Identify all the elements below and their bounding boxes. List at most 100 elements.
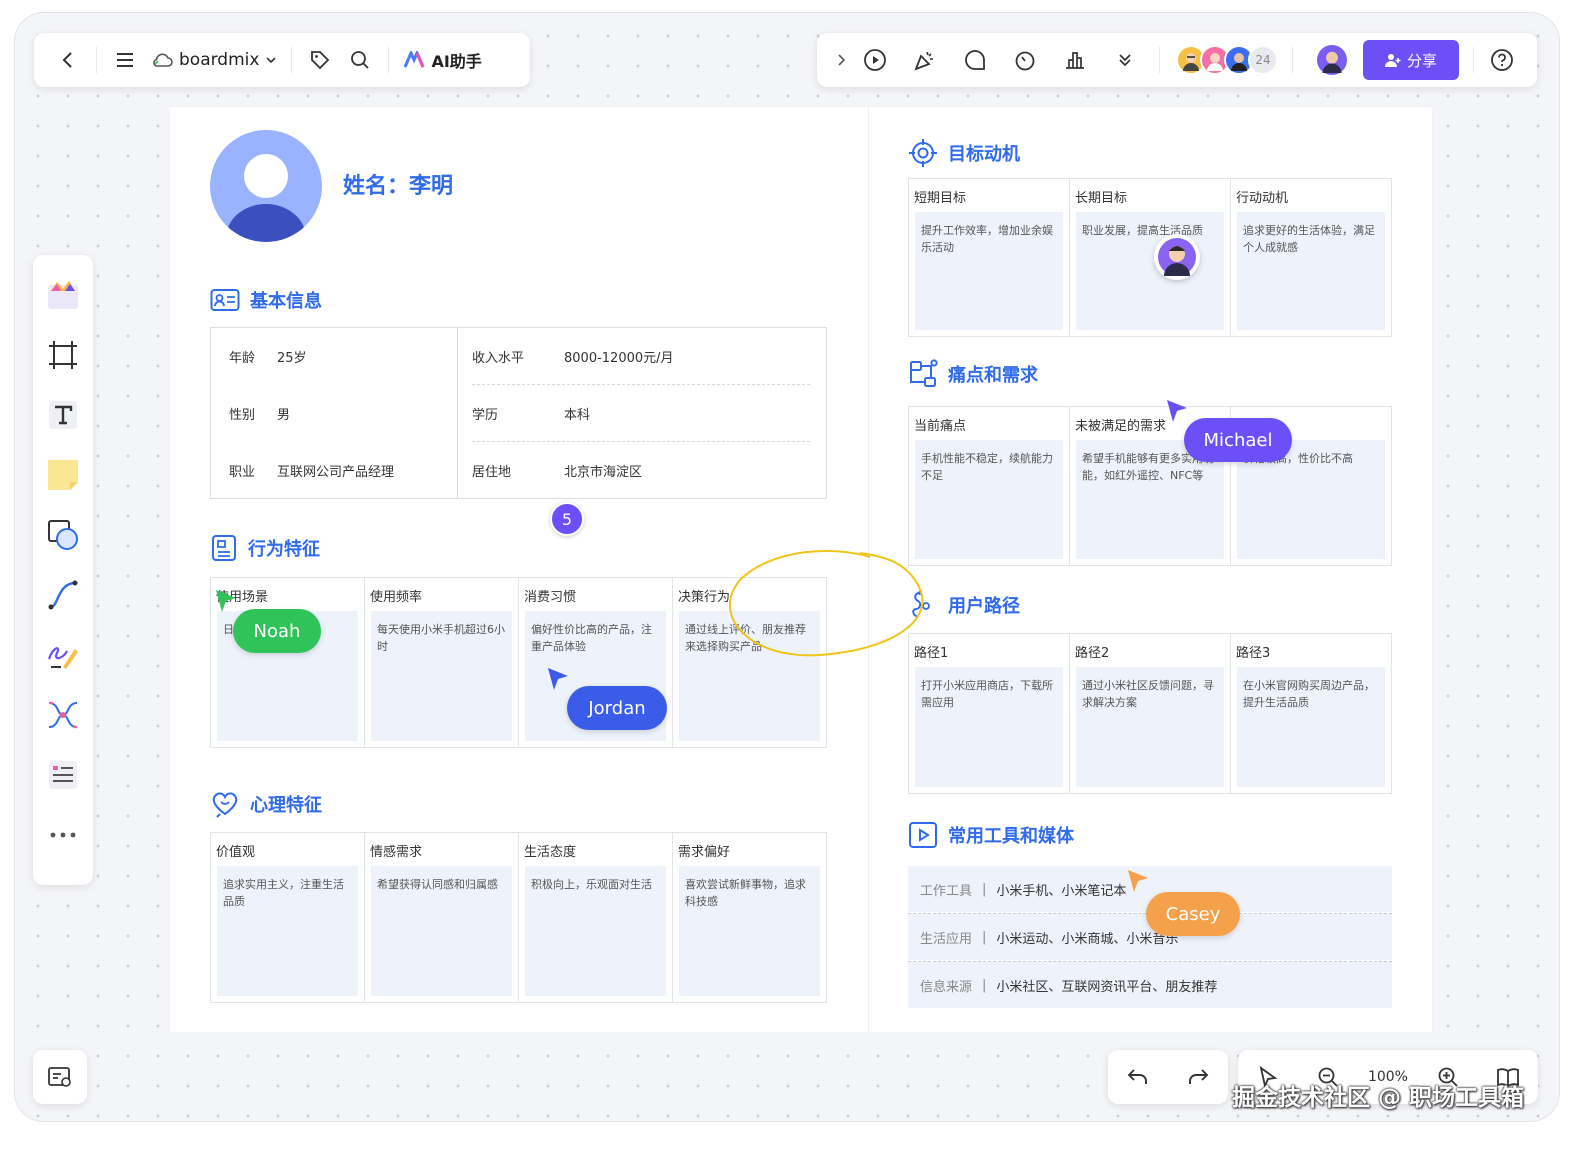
- watermark: 掘金技术社区 @ 职场工具箱: [1232, 1085, 1525, 1111]
- minimap-icon: [48, 1067, 71, 1087]
- file-brand-dropdown[interactable]: boardmix: [145, 50, 283, 70]
- timer-icon: [1015, 51, 1035, 71]
- path-cell[interactable]: 路径3 在小米官网购买周边产品，提升生活品质: [1231, 634, 1391, 793]
- party-popper-icon: [914, 51, 933, 71]
- undo-icon: [1127, 1069, 1147, 1084]
- goals-grid: 短期目标 提升工作效率，增加业余娱乐活动 长期目标 职业发展，提高生活品质 行动动机…: [908, 178, 1392, 337]
- left-toolbar: [33, 255, 93, 885]
- search-button[interactable]: [340, 40, 380, 80]
- menu-button[interactable]: [105, 40, 145, 80]
- share-button[interactable]: 分享: [1363, 40, 1459, 80]
- chevron-left-icon: [62, 52, 72, 68]
- path-cell[interactable]: 路径2 通过小米社区反馈问题，寻求解决方案: [1070, 634, 1231, 793]
- search-icon: [351, 51, 370, 69]
- psych-cell[interactable]: 需求偏好 喜欢尝试新鲜事物，追求科技感: [673, 833, 826, 1002]
- user-avatar[interactable]: [1315, 43, 1349, 77]
- redo-icon: [1189, 1069, 1209, 1084]
- collaborator-avatars[interactable]: 24: [1176, 45, 1278, 75]
- basic-info-table: 年龄 25岁 性别男 职业 互联网公司产品经理 收入水平 8000-12000元/月 …: [210, 327, 827, 499]
- psych-grid: 价值观 追求实用主义，注重生活品质 情感需求 希望获得认同感和归属感 生活态度 积极向…: [210, 832, 827, 1003]
- chevron-right-icon: [838, 54, 846, 66]
- ai-assistant-label: AI助手: [431, 52, 482, 71]
- pen-tool[interactable]: [41, 633, 85, 677]
- basic-info-right: 收入水平 8000-12000元/月 学历 本科 居住地 北京市海淀区: [458, 328, 826, 498]
- goal-cell[interactable]: 长期目标 职业发展，提高生活品质: [1070, 179, 1231, 336]
- double-chevron-down-icon: [1119, 54, 1131, 67]
- section-pain-title: 痛点和需求: [948, 365, 1038, 386]
- back-button[interactable]: [48, 40, 88, 80]
- sticky-note-icon: [48, 460, 78, 490]
- tag-button[interactable]: [300, 40, 340, 80]
- media-list: 工作工具 | 小米手机、小米笔记本 生活应用 | 小米运动、小米商城、小米音乐 信息来源…: [908, 866, 1392, 1008]
- connector-tool[interactable]: [41, 573, 85, 617]
- redo-button[interactable]: [1178, 1057, 1218, 1097]
- psych-cell[interactable]: 价值观 追求实用主义，注重生活品质: [211, 833, 365, 1002]
- cursor-avatar: [1154, 234, 1200, 280]
- present-button[interactable]: [855, 40, 895, 80]
- cursor-label-jordan: Jordan: [567, 686, 667, 730]
- document-icon: [212, 535, 236, 561]
- comment-count-badge[interactable]: 5: [550, 502, 584, 536]
- info-row: 职业 互联网公司产品经理: [229, 465, 395, 480]
- text-icon: [49, 401, 77, 429]
- goal-cell[interactable]: 短期目标 提升工作效率，增加业余娱乐活动: [909, 179, 1070, 336]
- media-row[interactable]: 信息来源 | 小米社区、互联网资讯平台、朋友推荐: [908, 962, 1392, 1008]
- goal-cell[interactable]: 行动动机 追求更好的生活体验，满足个人成就感: [1231, 179, 1391, 336]
- template-tool[interactable]: [41, 273, 85, 317]
- heart-chat-icon: [212, 792, 238, 818]
- cursor-label-michael: Michael: [1184, 418, 1292, 462]
- mindmap-tool[interactable]: [41, 693, 85, 737]
- share-label: 分享: [1406, 51, 1437, 70]
- help-icon: [1491, 49, 1513, 71]
- celebrate-button[interactable]: [905, 40, 945, 80]
- undo-button[interactable]: [1118, 1057, 1158, 1097]
- freehand-annotation[interactable]: [710, 525, 940, 665]
- more-tools-button[interactable]: [1105, 40, 1145, 80]
- ai-assistant-button[interactable]: AI助手: [397, 48, 487, 72]
- persona-name: 姓名：李明: [343, 174, 454, 199]
- cloud-icon: [153, 53, 173, 67]
- shape-tool[interactable]: [41, 513, 85, 557]
- tag-icon: [311, 51, 330, 70]
- text-tool[interactable]: [41, 393, 85, 437]
- table-tool[interactable]: [41, 753, 85, 797]
- minimap-button[interactable]: [33, 1050, 87, 1104]
- frame-icon: [49, 341, 77, 369]
- basic-info-left: 年龄 25岁 性别男 职业 互联网公司产品经理: [211, 328, 458, 498]
- id-card-icon: [210, 289, 240, 311]
- timer-button[interactable]: [1005, 40, 1045, 80]
- cursor-label-noah: Noah: [233, 609, 321, 653]
- ellipsis-icon: [50, 832, 76, 838]
- expand-toolbar-button[interactable]: [827, 40, 855, 80]
- history-controls: [1108, 1050, 1228, 1104]
- sticky-note-tool[interactable]: [41, 453, 85, 497]
- pen-icon: [47, 647, 78, 669]
- section-psych-title: 心理特征: [250, 795, 322, 816]
- info-row: 居住地 北京市海淀区: [472, 465, 643, 480]
- vote-button[interactable]: [1055, 40, 1095, 80]
- section-goals-title: 目标动机: [948, 144, 1020, 165]
- psych-cell[interactable]: 生活态度 积极向上，乐观面对生活: [519, 833, 673, 1002]
- table-icon: [49, 761, 77, 789]
- more-tools[interactable]: [41, 813, 85, 857]
- info-row: 性别男: [229, 408, 291, 423]
- mindmap-icon: [48, 701, 78, 729]
- psych-cell[interactable]: 情感需求 希望获得认同感和归属感: [365, 833, 519, 1002]
- chevron-down-icon: [266, 57, 277, 64]
- section-basic-info: 基本信息: [210, 287, 322, 313]
- flow-icon: [910, 359, 938, 387]
- cursor-arrow-casey: [1128, 870, 1148, 892]
- cursor-arrow-jordan: [548, 668, 568, 690]
- info-row: 学历 本科: [472, 385, 810, 442]
- help-button[interactable]: [1482, 40, 1522, 80]
- behavior-cell[interactable]: 使用频率 每天使用小米手机超过6小时: [365, 578, 519, 747]
- section-tools-title: 常用工具和媒体: [948, 826, 1074, 847]
- comment-button[interactable]: [955, 40, 995, 80]
- play-square-icon: [909, 822, 937, 848]
- top-right-toolbar: 24 分享: [817, 33, 1537, 87]
- info-row: 收入水平 8000-12000元/月: [472, 328, 810, 385]
- frame-tool[interactable]: [41, 333, 85, 377]
- section-pain: 痛点和需求: [908, 359, 1038, 389]
- ai-logo-icon: [404, 51, 425, 68]
- target-icon: [909, 139, 937, 167]
